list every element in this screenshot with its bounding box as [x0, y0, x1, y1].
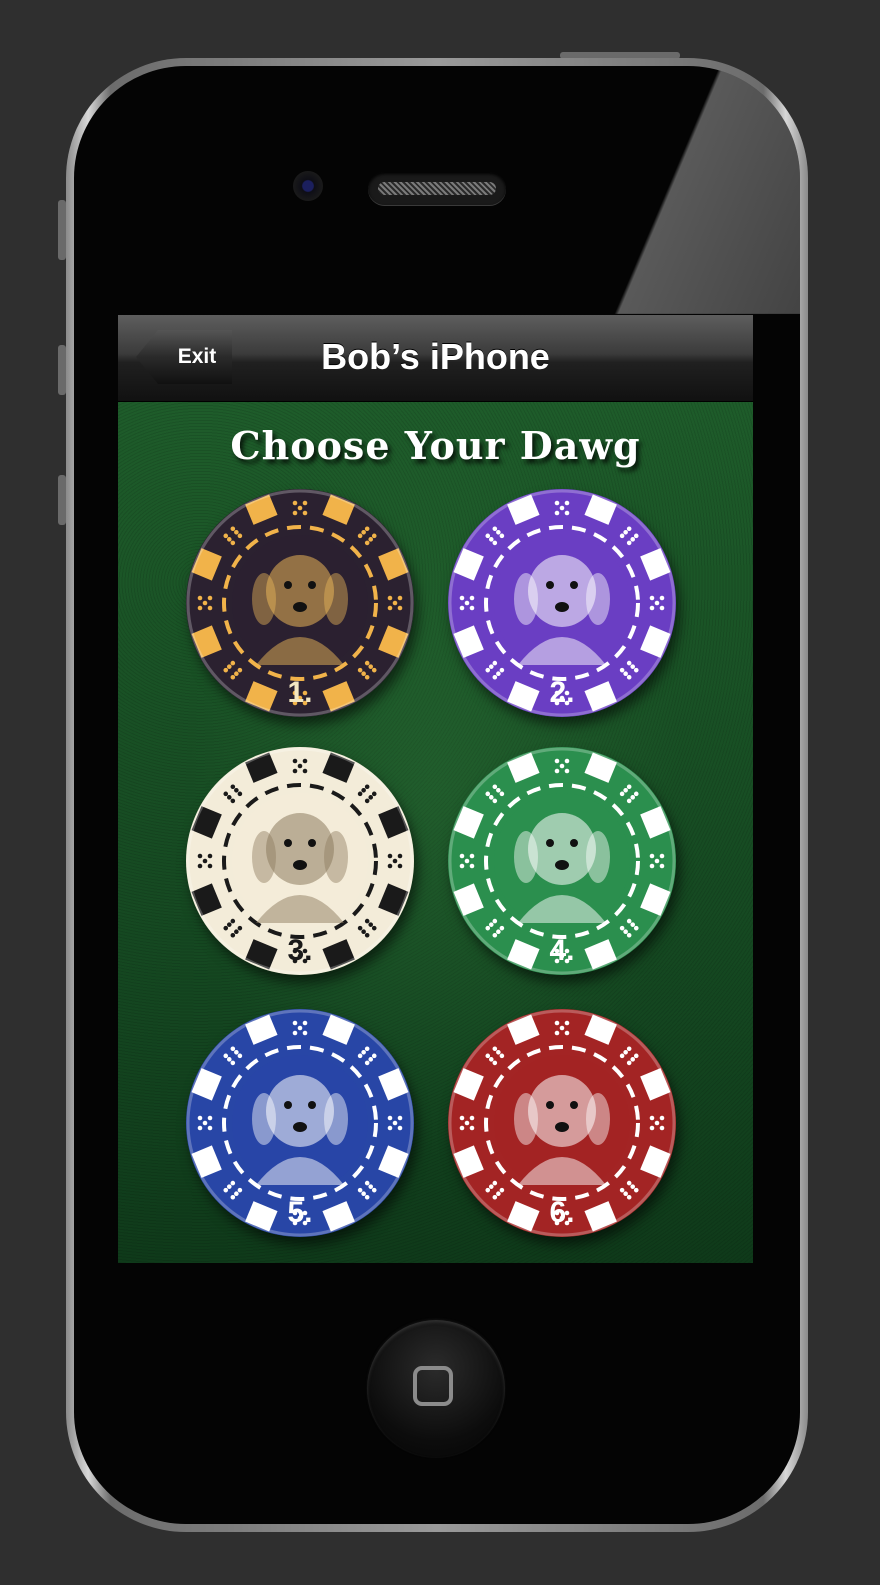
navigation-bar: Exit Bob’s iPhone: [118, 315, 753, 402]
volume-up-button: [58, 345, 66, 395]
dawg-chip-1[interactable]: 1.: [186, 489, 414, 717]
chip-graphic: [186, 1009, 414, 1237]
chip-graphic: [448, 1009, 676, 1237]
speaker-grille: [368, 172, 506, 205]
dawg-chip-3[interactable]: 3.: [186, 747, 414, 975]
dawg-chip-5[interactable]: 5.: [186, 1009, 414, 1237]
mute-switch: [58, 200, 66, 260]
chip-graphic: [448, 489, 676, 717]
choose-heading: Choose Your Dawg: [230, 423, 641, 468]
square-icon: [413, 1366, 453, 1406]
app-screen: Exit Bob’s iPhone Choose Your Dawg 1. 2. 3…: [118, 315, 753, 1263]
exit-label: Exit: [177, 345, 217, 368]
camera-icon: [293, 171, 323, 201]
dawg-chip-2[interactable]: 2.: [448, 489, 676, 717]
chip-graphic: [186, 747, 414, 975]
home-button[interactable]: [367, 1320, 505, 1458]
dawg-chip-4[interactable]: 4.: [448, 747, 676, 975]
chip-graphic: [448, 747, 676, 975]
dawg-chip-6[interactable]: 6.: [448, 1009, 676, 1237]
volume-down-button: [58, 475, 66, 525]
chip-graphic: [186, 489, 414, 717]
exit-button[interactable]: Exit: [136, 330, 232, 384]
